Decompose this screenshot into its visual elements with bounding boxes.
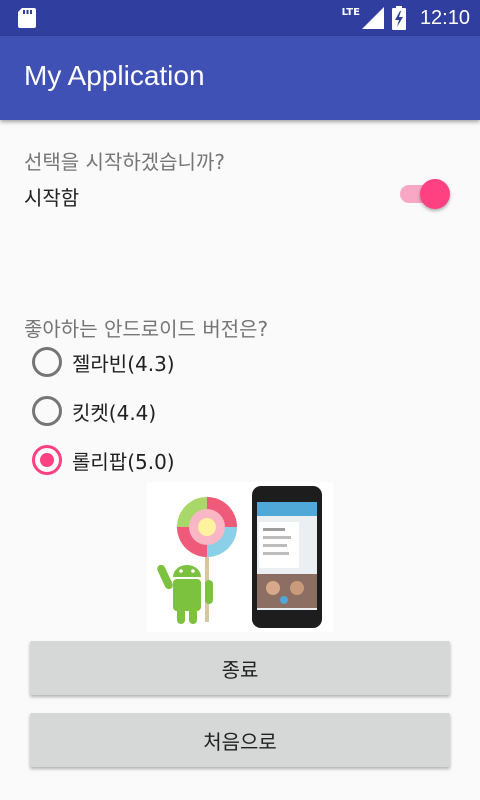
- radio-option-lollipop[interactable]: 롤리팝(5.0): [32, 443, 175, 477]
- radio-label-jellybean: 젤라빈(4.3): [72, 351, 175, 376]
- clock: 12:10: [419, 6, 470, 29]
- radio-option-kitkat[interactable]: 킷켓(4.4): [32, 394, 156, 428]
- start-question: 선택을 시작하겠습니까?: [24, 150, 225, 174]
- restart-button[interactable]: 처음으로: [30, 713, 450, 767]
- network-type-label: LTE: [341, 6, 360, 18]
- lollipop-image: [147, 482, 333, 632]
- app-bar: My Application: [0, 36, 480, 120]
- start-switch-label: 시작함: [24, 186, 80, 210]
- exit-button[interactable]: 종료: [30, 641, 450, 695]
- version-question: 좋아하는 안드로이드 버전은?: [24, 317, 269, 341]
- sd-card-icon: [18, 8, 36, 28]
- radio-label-kitkat: 킷켓(4.4): [72, 400, 157, 425]
- start-switch[interactable]: [398, 176, 452, 212]
- battery-icon: [391, 6, 406, 30]
- radio-button-lollipop[interactable]: [32, 445, 62, 475]
- radio-label-lollipop: 롤리팝(5.0): [72, 449, 175, 474]
- status-bar: LTE 12:10: [0, 0, 480, 36]
- radio-option-jellybean[interactable]: 젤라빈(4.3): [32, 345, 175, 379]
- signal-icon: [361, 7, 384, 29]
- radio-button-jellybean[interactable]: [32, 347, 62, 377]
- radio-button-kitkat[interactable]: [32, 396, 62, 426]
- switch-thumb: [420, 179, 450, 209]
- app-title: My Application: [24, 60, 205, 91]
- radio-checked-dot: [40, 453, 54, 467]
